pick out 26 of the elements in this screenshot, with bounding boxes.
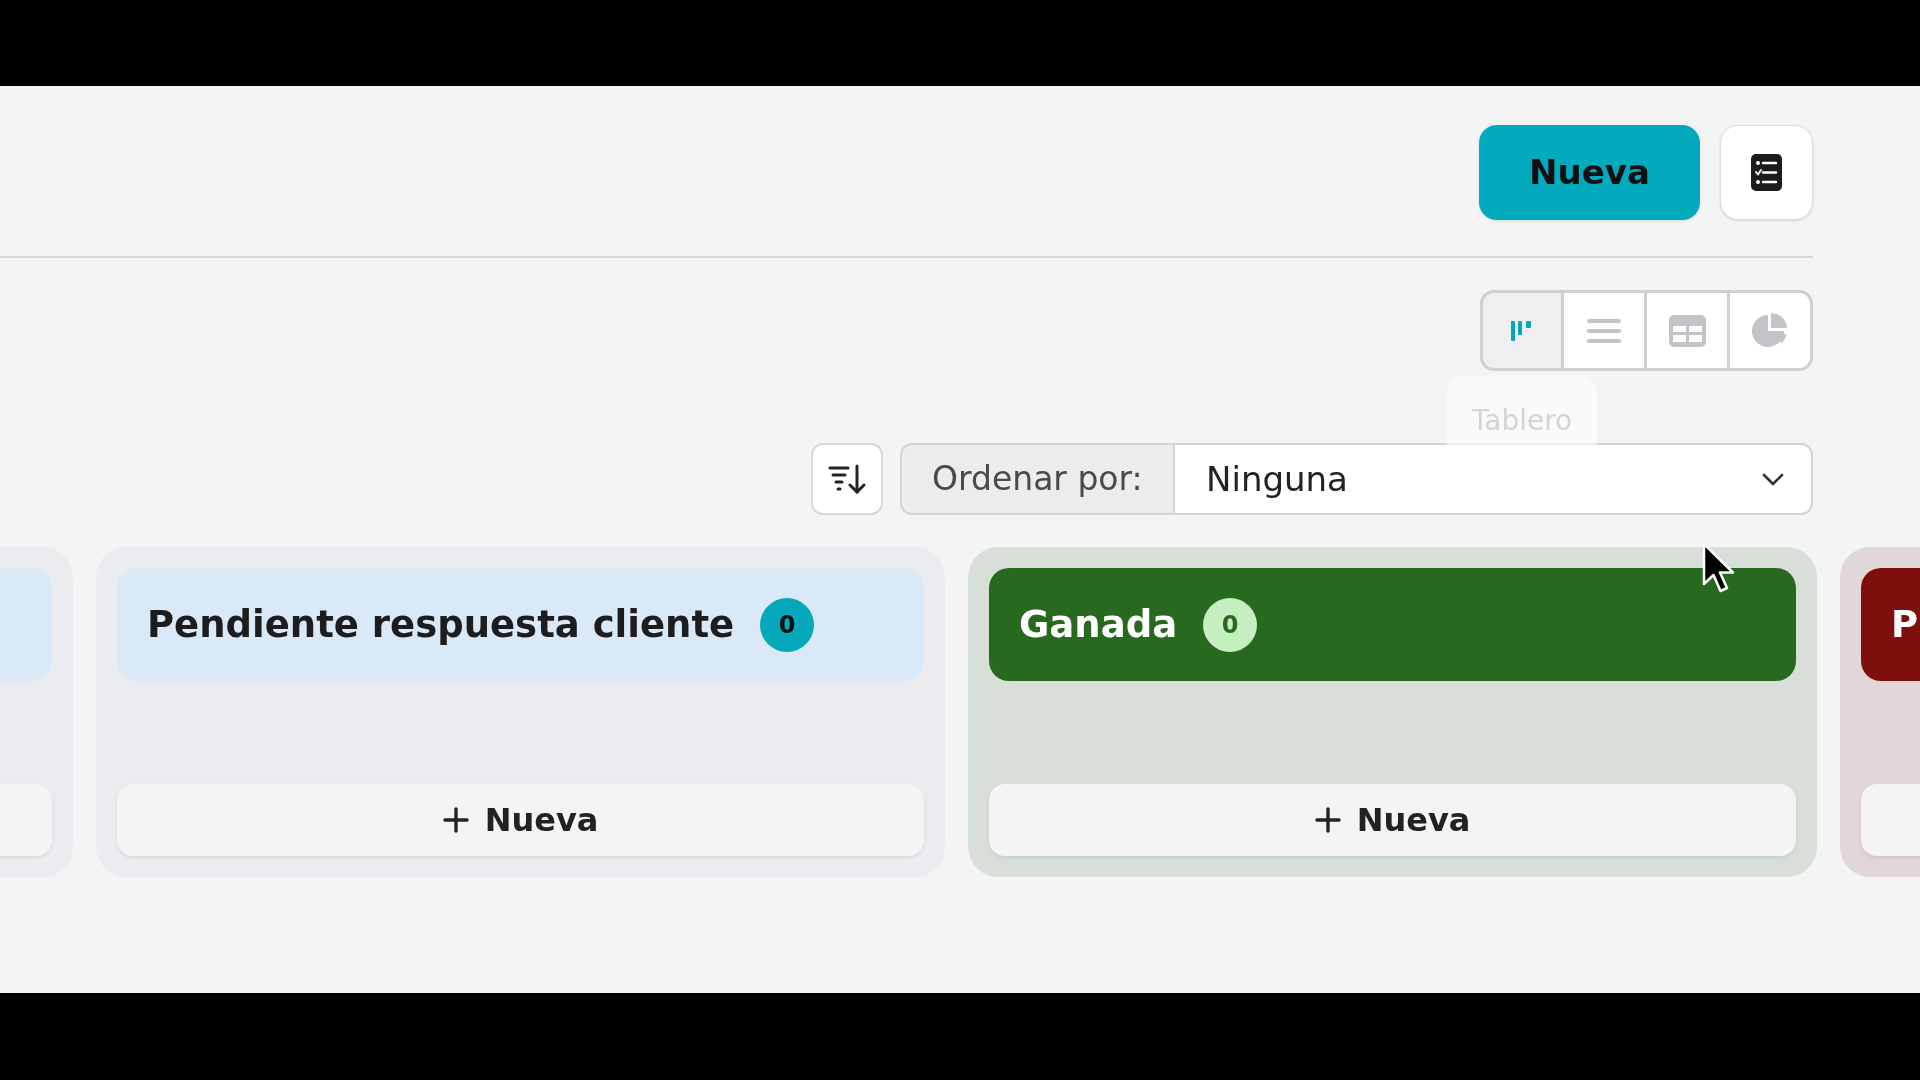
kanban-icon	[1510, 318, 1534, 343]
column-title: Pendiente respuesta cliente	[147, 601, 735, 648]
sort-descending-icon	[828, 463, 866, 495]
plus-icon	[442, 807, 469, 833]
sort-button[interactable]	[811, 443, 883, 515]
view-mode-tab[interactable]	[1730, 290, 1813, 371]
column-title: Ganada	[1019, 601, 1178, 648]
view-mode-tab[interactable]	[1647, 290, 1730, 371]
pie-chart-icon	[1751, 311, 1789, 350]
view-mode-tab[interactable]	[1480, 290, 1564, 371]
list-icon	[1587, 317, 1621, 344]
add-card-button[interactable]: Nueva	[117, 784, 924, 856]
table-icon	[1668, 314, 1706, 347]
checklist-icon	[1751, 154, 1782, 191]
mouse-pointer-icon	[1702, 542, 1735, 594]
task-list-button[interactable]	[1720, 125, 1813, 220]
view-mode-tab[interactable]	[1564, 290, 1647, 371]
add-card-button[interactable]: Nueva	[989, 784, 1796, 856]
plus-icon	[1314, 807, 1341, 833]
column-title: P	[1891, 601, 1919, 648]
new-button[interactable]: Nueva	[1479, 125, 1700, 220]
sort-select[interactable]: Ninguna	[1173, 443, 1813, 515]
chevron-down-icon	[1762, 472, 1784, 486]
sort-label: Ordenar por:	[900, 443, 1173, 515]
count-badge: 0	[760, 597, 815, 652]
count-badge: 0	[1203, 597, 1258, 652]
